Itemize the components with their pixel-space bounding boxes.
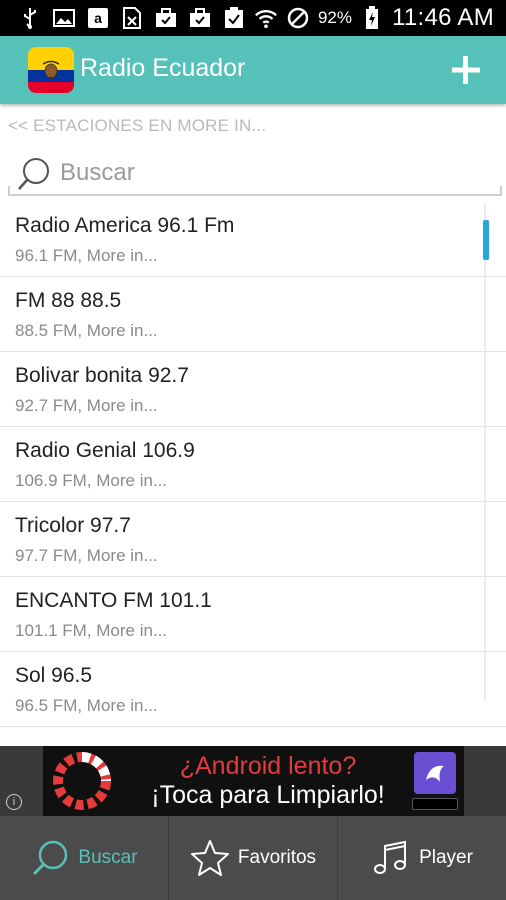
nav-buscar[interactable]: Buscar — [0, 816, 168, 900]
nav-favoritos[interactable]: Favoritos — [168, 816, 337, 900]
status-bar: a 92% 11:46 AM — [0, 0, 506, 36]
svg-text:a: a — [94, 10, 102, 26]
battery-charging-icon — [360, 6, 384, 30]
ad-subheadline: ¡Toca para Limpiarlo! — [151, 781, 385, 809]
nav-player-label: Player — [419, 847, 473, 868]
app-title: Radio Ecuador — [80, 54, 246, 82]
list-item[interactable]: Sol 96.5 96.5 FM, More in... — [0, 652, 506, 727]
music-note-icon — [374, 840, 407, 874]
do-not-disturb-icon — [286, 6, 310, 30]
station-name: Bolivar bonita 92.7 — [15, 364, 189, 387]
station-name: Radio Genial 106.9 — [15, 439, 195, 462]
list-item[interactable]: Radio America 96.1 Fm 96.1 FM, More in..… — [0, 202, 506, 277]
wifi-icon — [254, 6, 278, 30]
nav-player[interactable]: Player — [337, 816, 506, 900]
station-frequency: 97.7 FM, More in... — [15, 546, 158, 565]
app-bar: Radio Ecuador — [0, 36, 506, 104]
document-x-icon — [120, 6, 144, 30]
clock: 11:46 AM — [391, 4, 494, 31]
nav-buscar-label: Buscar — [78, 847, 138, 868]
scrollbar-thumb[interactable] — [483, 220, 489, 260]
add-station-button[interactable] — [448, 52, 484, 88]
plus-icon — [452, 56, 480, 84]
station-name: Sol 96.5 — [15, 664, 93, 687]
station-frequency: 101.1 FM, More in... — [15, 621, 168, 640]
usb-icon — [18, 6, 42, 30]
station-name: Radio America 96.1 Fm — [15, 214, 235, 237]
station-name: Tricolor 97.7 — [15, 514, 131, 537]
station-list[interactable]: Radio America 96.1 Fm 96.1 FM, More in..… — [0, 202, 506, 746]
list-item[interactable]: Bolivar bonita 92.7 92.7 FM, More in... — [0, 352, 506, 427]
google-play-badge-icon — [412, 798, 458, 810]
station-frequency: 88.5 FM, More in... — [15, 321, 158, 340]
search-input[interactable] — [60, 156, 480, 190]
station-frequency: 96.5 FM, More in... — [15, 696, 158, 715]
search-icon — [18, 158, 49, 190]
briefcase-check-icon — [188, 6, 212, 30]
ecuador-flag-icon — [28, 47, 74, 93]
list-item[interactable]: ENCANTO FM 101.1 101.1 FM, More in... — [0, 577, 506, 652]
cleaner-gauge-icon — [53, 752, 111, 810]
notification-icons: a — [18, 6, 246, 30]
search-icon — [33, 840, 68, 876]
station-name: FM 88 88.5 — [15, 289, 122, 312]
battery-percentage: 92% — [317, 8, 352, 27]
advertised-app-icon — [414, 752, 456, 794]
ad-headline: ¿Android lento? — [179, 752, 357, 780]
amazon-icon: a — [86, 6, 110, 30]
breadcrumb[interactable]: << ESTACIONES EN MORE IN... — [8, 116, 266, 136]
star-icon — [190, 840, 229, 876]
image-icon — [52, 6, 76, 30]
station-frequency: 96.1 FM, More in... — [15, 246, 158, 265]
bottom-navigation: Buscar Favoritos Player — [0, 816, 506, 900]
scrollbar-track — [484, 202, 486, 702]
list-item[interactable]: Tricolor 97.7 97.7 FM, More in... — [0, 502, 506, 577]
list-item[interactable]: FM 88 88.5 88.5 FM, More in... — [0, 277, 506, 352]
station-name: ENCANTO FM 101.1 — [15, 589, 212, 612]
system-status: 92% 11:46 AM — [254, 4, 494, 32]
ad-info-icon[interactable]: i — [6, 794, 22, 810]
list-item[interactable]: Radio Genial 106.9 106.9 FM, More in... — [0, 427, 506, 502]
station-frequency: 106.9 FM, More in... — [15, 471, 168, 490]
search-box[interactable] — [8, 148, 502, 196]
ad-container: i ¿Android lento? ¡Toca para Limpiarlo! — [0, 746, 506, 816]
nav-favoritos-label: Favoritos — [237, 847, 317, 868]
briefcase-icon — [154, 6, 178, 30]
ad-banner[interactable]: ¿Android lento? ¡Toca para Limpiarlo! — [43, 746, 464, 816]
clipboard-check-icon — [222, 6, 246, 30]
station-frequency: 92.7 FM, More in... — [15, 396, 158, 415]
